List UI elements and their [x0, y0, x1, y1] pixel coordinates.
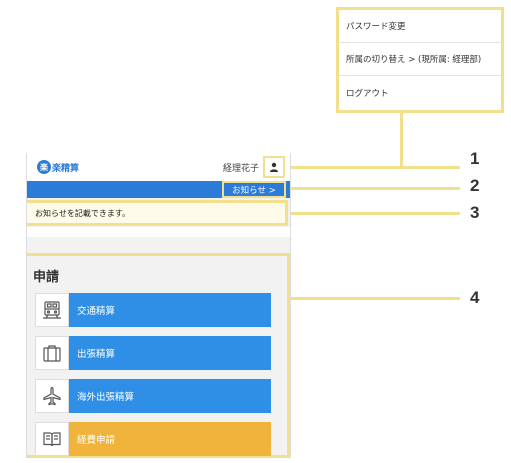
app-header: 楽 楽精算 経理花子: [27, 153, 290, 181]
callout-4: 4: [470, 288, 480, 307]
user-name: 経理花子: [223, 164, 260, 174]
connector-line-4: [290, 297, 460, 300]
apply-section-title: 申請: [33, 270, 60, 285]
app-logo[interactable]: 楽 楽精算: [37, 160, 79, 174]
overseas-trip-button[interactable]: 海外出張精算: [35, 379, 271, 413]
overseas-trip-label: 海外出張精算: [69, 379, 271, 413]
connector-line-1: [288, 166, 460, 169]
mobile-screen: 楽 楽精算 経理花子 お知らせ > お知らせを記載できます。 申請 交通精算 出…: [26, 153, 291, 458]
callout-1: 1: [470, 149, 480, 168]
train-icon: [35, 293, 69, 327]
expense-request-label: 経費申請: [69, 422, 271, 456]
logout-item[interactable]: ログアウト: [339, 76, 501, 109]
connector-line-2: [288, 187, 460, 190]
connector-line-3: [288, 212, 460, 215]
expense-request-button[interactable]: 経費申請: [35, 422, 271, 456]
callout-2: 2: [470, 176, 480, 195]
notice-spacer: [27, 227, 290, 237]
notice-link[interactable]: お知らせ >: [222, 181, 286, 198]
suitcase-icon: [35, 336, 69, 370]
apply-section: 申請 交通精算 出張精算 海外出張精算 経費申請: [27, 253, 290, 458]
user-menu-button[interactable]: [263, 156, 285, 178]
book-icon: [35, 422, 69, 456]
change-password-item[interactable]: パスワード変更: [339, 10, 501, 43]
connector-line-1-vertical: [400, 113, 403, 168]
user-icon: [270, 162, 278, 172]
transport-expense-button[interactable]: 交通精算: [35, 293, 271, 327]
business-trip-label: 出張精算: [69, 336, 271, 370]
logo-text: 楽精算: [52, 163, 80, 174]
transport-expense-label: 交通精算: [69, 293, 271, 327]
user-dropdown-menu: パスワード変更 所属の切り替え > (現所属: 経理部) ログアウト: [336, 7, 504, 113]
logo-mark: 楽: [37, 160, 51, 174]
business-trip-button[interactable]: 出張精算: [35, 336, 271, 370]
callout-3: 3: [470, 203, 480, 222]
notice-text: お知らせを記載できます。: [35, 208, 131, 218]
airplane-icon: [35, 379, 69, 413]
nav-bar: お知らせ >: [27, 181, 290, 198]
switch-department-item[interactable]: 所属の切り替え > (現所属: 経理部): [339, 43, 501, 76]
notice-banner: お知らせを記載できます。: [27, 200, 288, 226]
